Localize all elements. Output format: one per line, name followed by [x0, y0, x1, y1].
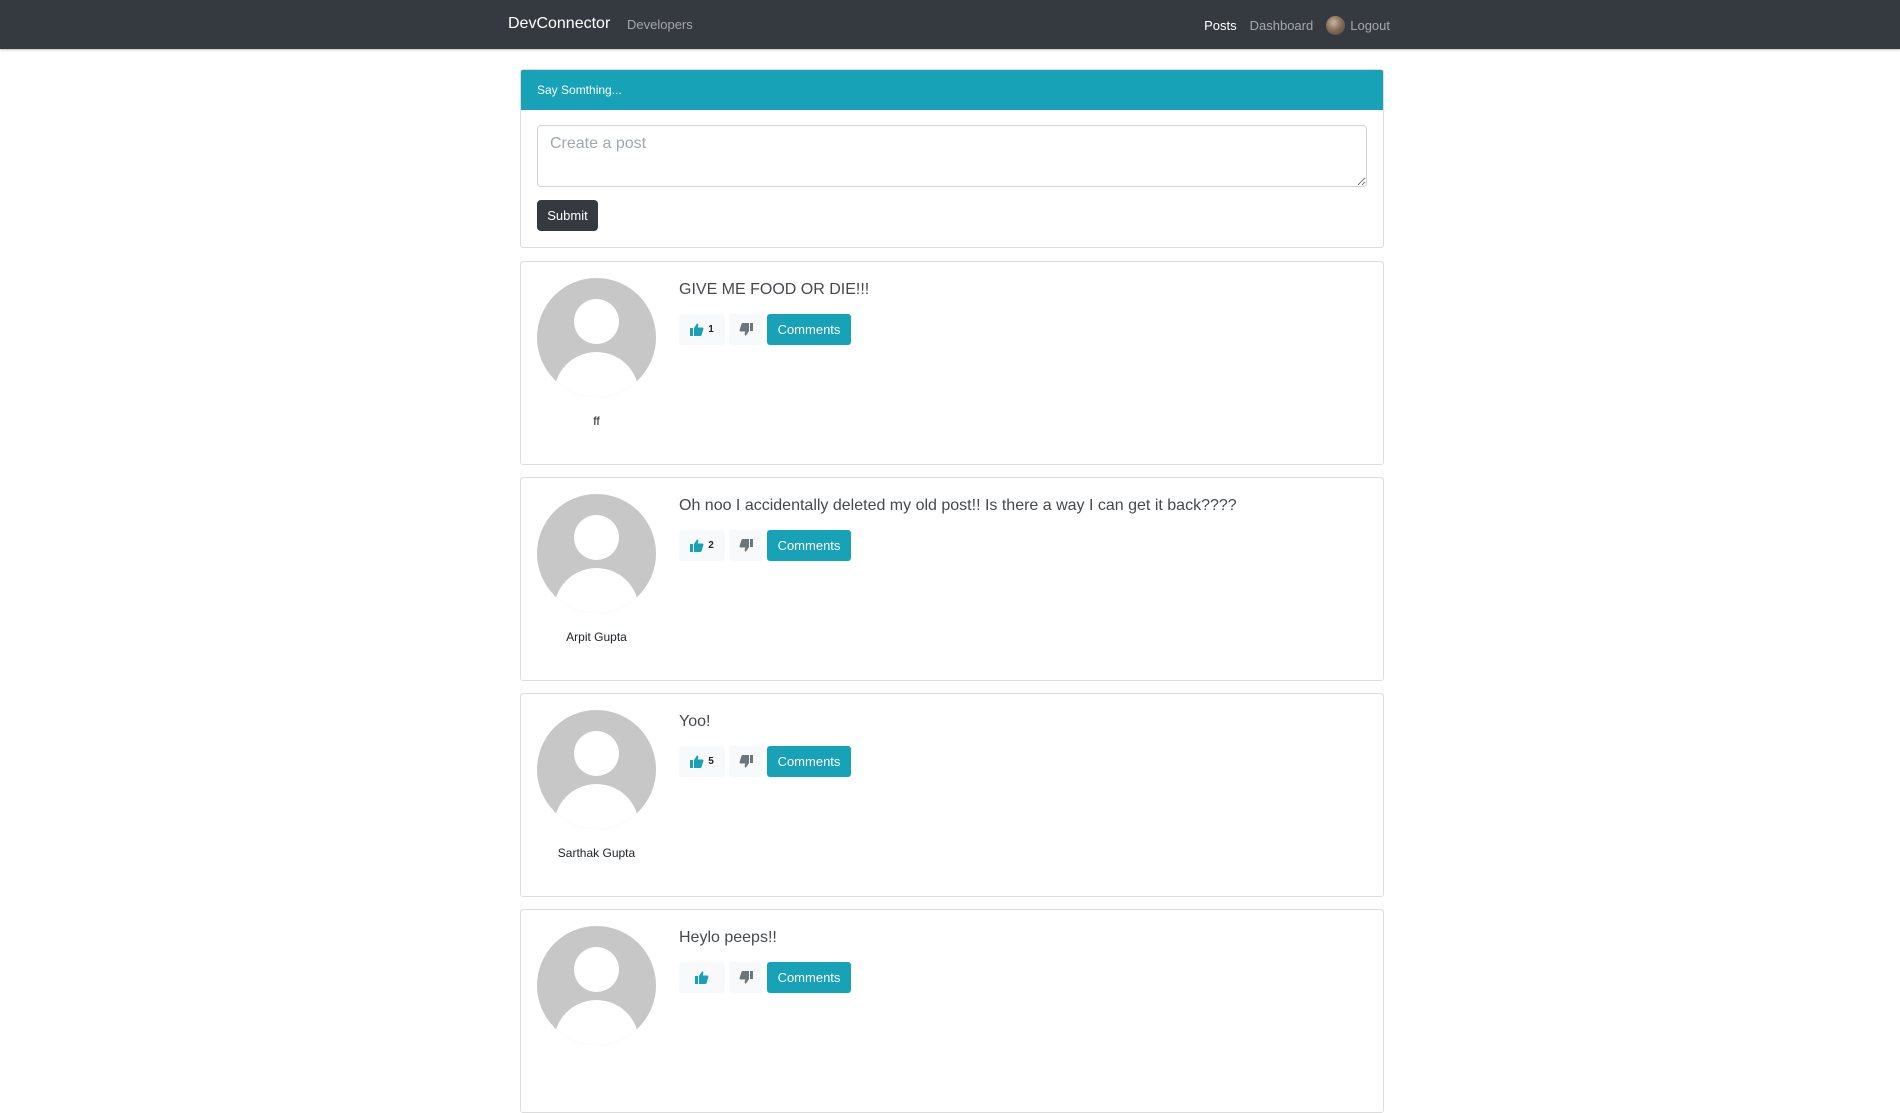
nav-posts-link[interactable]: Posts — [1204, 18, 1237, 33]
nav-logout-link[interactable]: Logout — [1350, 18, 1390, 33]
post-text: GIVE ME FOOD OR DIE!!! — [679, 281, 870, 298]
like-button[interactable] — [679, 962, 725, 993]
author-avatar[interactable] — [537, 926, 656, 1045]
comments-button[interactable]: Comments — [767, 746, 851, 777]
thumbs-up-icon — [690, 323, 704, 336]
author-name: ff — [593, 414, 600, 428]
thumbs-down-icon — [739, 755, 753, 768]
navbar: DevConnector Developers Posts Dashboard … — [0, 0, 1900, 49]
nav-developers-link[interactable]: Developers — [627, 17, 693, 32]
post-card: Heylo peeps!! Comments — [520, 909, 1384, 1113]
like-count: 5 — [708, 756, 714, 767]
dislike-button[interactable] — [729, 746, 763, 777]
comments-button[interactable]: Comments — [767, 530, 851, 561]
thumbs-up-icon — [695, 971, 709, 984]
author-avatar[interactable] — [537, 278, 656, 397]
like-count: 1 — [708, 324, 714, 335]
brand-link[interactable]: DevConnector — [508, 15, 610, 33]
thumbs-up-icon — [690, 539, 704, 552]
post-text: Yoo! — [679, 713, 711, 730]
dislike-button[interactable] — [729, 314, 763, 345]
author-avatar[interactable] — [537, 710, 656, 829]
post-card: ff GIVE ME FOOD OR DIE!!! 1 Comments — [520, 261, 1384, 465]
submit-button[interactable]: Submit — [537, 200, 598, 231]
post-text: Heylo peeps!! — [679, 929, 777, 946]
comments-button[interactable]: Comments — [767, 314, 851, 345]
like-button[interactable]: 1 — [679, 314, 725, 345]
author-name: Sarthak Gupta — [557, 846, 636, 860]
author-avatar[interactable] — [537, 494, 656, 613]
dislike-button[interactable] — [729, 962, 763, 993]
thumbs-down-icon — [739, 539, 753, 552]
user-avatar — [1326, 16, 1346, 35]
post-card: Sarthak Gupta Yoo! 5 Comments — [520, 693, 1384, 897]
post-form: Say Somthing... Submit — [520, 69, 1384, 248]
post-card: Arpit Gupta Oh noo I accidentally delete… — [520, 477, 1384, 681]
post-actions: Comments — [679, 962, 851, 993]
post-actions: 2 Comments — [679, 530, 851, 561]
nav-dashboard-link[interactable]: Dashboard — [1250, 18, 1314, 33]
dislike-button[interactable] — [729, 530, 763, 561]
comments-button[interactable]: Comments — [767, 962, 851, 993]
author-name: Arpit Gupta — [566, 630, 627, 644]
post-text: Oh noo I accidentally deleted my old pos… — [679, 497, 1237, 514]
post-form-header: Say Somthing... — [521, 70, 1383, 110]
post-actions: 5 Comments — [679, 746, 851, 777]
thumbs-down-icon — [739, 323, 753, 336]
like-button[interactable]: 2 — [679, 530, 725, 561]
like-button[interactable]: 5 — [679, 746, 725, 777]
nav-right: Posts Dashboard Logout — [1204, 16, 1390, 35]
like-count: 2 — [708, 540, 714, 551]
thumbs-down-icon — [739, 971, 753, 984]
post-actions: 1 Comments — [679, 314, 851, 345]
create-post-textarea[interactable] — [537, 125, 1367, 187]
thumbs-up-icon — [690, 755, 704, 768]
